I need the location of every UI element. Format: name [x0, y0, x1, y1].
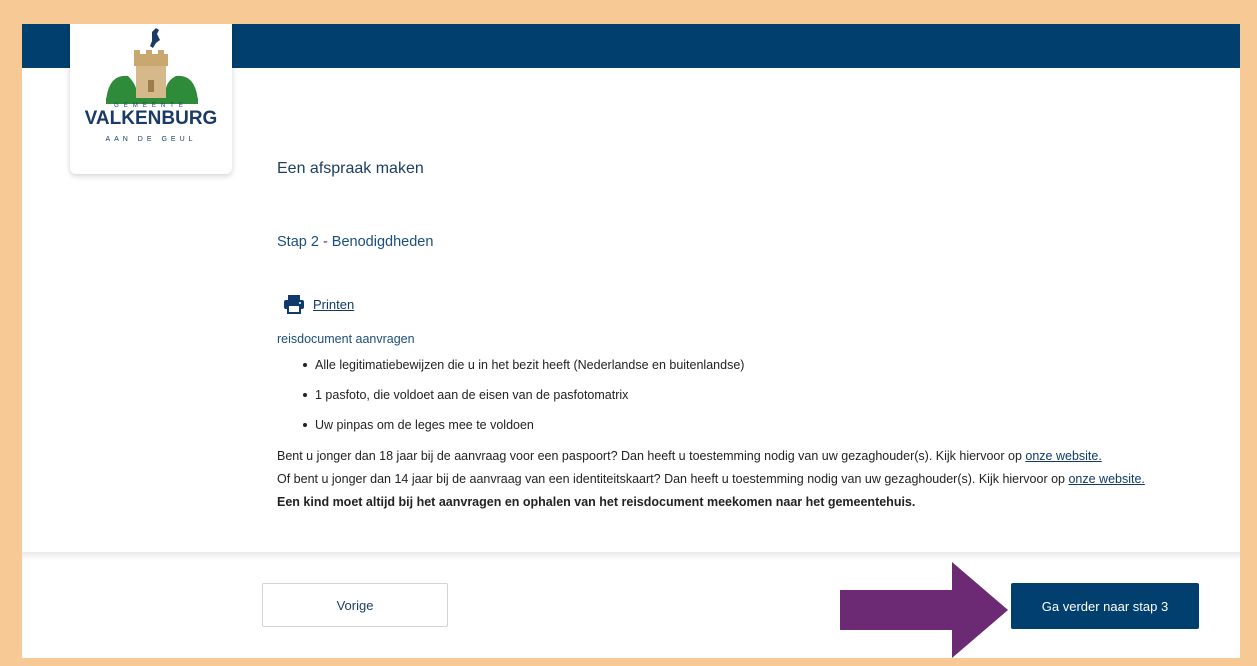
info-text: Bent u jonger dan 18 jaar bij de aanvraa…	[277, 449, 1026, 463]
info-paragraph-passport: Bent u jonger dan 18 jaar bij de aanvraa…	[277, 449, 1102, 463]
printer-icon[interactable]	[283, 294, 305, 314]
valkenburg-logo-icon: GEMEENTE VALKENBURG AAN DE GEUL	[85, 28, 218, 143]
website-link[interactable]: onze website.	[1025, 449, 1101, 463]
info-text: Of bent u jonger dan 14 jaar bij de aanv…	[277, 472, 1069, 486]
website-link[interactable]: onze website.	[1068, 472, 1144, 486]
child-notice: Een kind moet altijd bij het aanvragen e…	[277, 495, 916, 509]
divider	[22, 552, 1240, 560]
page-title: Een afspraak maken	[277, 160, 424, 177]
previous-button[interactable]: Vorige	[262, 583, 448, 627]
requirements-list: Alle legitimatiebewijzen die u in het be…	[277, 350, 744, 440]
list-item: Uw pinpas om de leges mee te voldoen	[302, 410, 744, 440]
print-action[interactable]: Printen	[283, 294, 354, 314]
municipality-logo[interactable]: GEMEENTE VALKENBURG AAN DE GEUL	[70, 24, 232, 174]
page-frame: GEMEENTE VALKENBURG AAN DE GEUL Een afsp…	[22, 24, 1240, 658]
logo-subtitle: AAN DE GEUL	[105, 136, 196, 143]
step-title: Stap 2 - Benodigdheden	[277, 234, 434, 250]
info-paragraph-idcard: Of bent u jonger dan 14 jaar bij de aanv…	[277, 472, 1145, 486]
list-item: Alle legitimatiebewijzen die u in het be…	[302, 350, 744, 380]
next-step-button[interactable]: Ga verder naar stap 3	[1011, 583, 1199, 629]
logo-name: VALKENBURG	[85, 108, 218, 129]
arrow-right-icon	[840, 562, 1008, 658]
section-label: reisdocument aanvragen	[277, 332, 415, 346]
print-link[interactable]: Printen	[313, 297, 354, 312]
list-item: 1 pasfoto, die voldoet aan de eisen van …	[302, 380, 744, 410]
